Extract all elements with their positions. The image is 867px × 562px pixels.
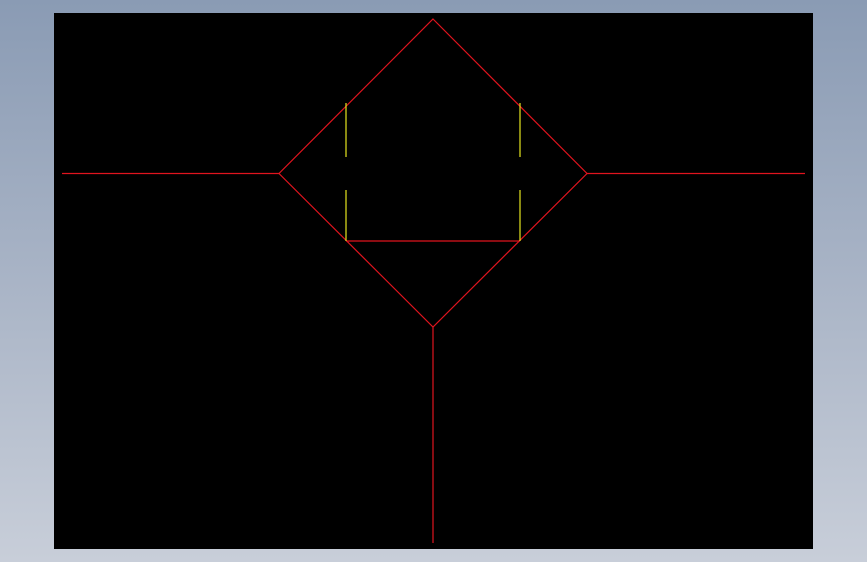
cad-viewport[interactable] xyxy=(54,13,813,549)
diamond-outline xyxy=(278,18,588,328)
cad-drawing-canvas xyxy=(62,18,805,543)
